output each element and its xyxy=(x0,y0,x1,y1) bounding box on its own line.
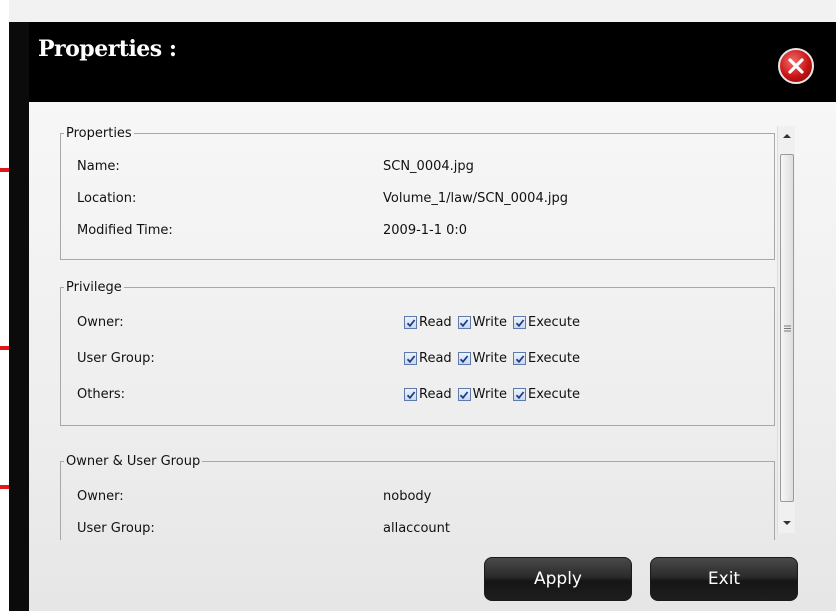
others-read-checkbox[interactable] xyxy=(404,388,417,401)
name-value: SCN_0004.jpg xyxy=(383,159,474,174)
property-row-modified-time: Modified Time: 2009-1-1 0:0 xyxy=(77,223,774,243)
exit-button[interactable]: Exit xyxy=(650,557,798,601)
others-write-label: Write xyxy=(472,387,507,402)
privilege-group-legend: Privilege xyxy=(66,280,122,295)
user-group-value: allaccount xyxy=(383,521,450,536)
scroll-down-button[interactable] xyxy=(778,513,796,533)
check-icon xyxy=(515,390,524,399)
owner-privilege-label: Owner: xyxy=(77,315,124,330)
owner-execute-label: Execute xyxy=(528,315,580,330)
window-top-edge xyxy=(9,0,836,22)
properties-dialog: Properties : Properties Name: SCN_0004.j… xyxy=(9,0,836,611)
owner-write-checkbox[interactable] xyxy=(457,316,471,329)
check-icon xyxy=(460,318,469,327)
check-icon xyxy=(406,354,415,363)
location-value: Volume_1/law/SCN_0004.jpg xyxy=(383,191,568,206)
others-execute-checkbox[interactable] xyxy=(513,388,526,401)
check-icon xyxy=(460,390,469,399)
user-group-privilege-label: User Group: xyxy=(77,351,155,366)
privilege-row-user-group: User Group: Read Write Execute xyxy=(77,351,774,371)
owner-read-checkbox[interactable] xyxy=(404,316,417,329)
owner-row: Owner: nobody xyxy=(77,489,774,509)
properties-scroll-area: Properties Name: SCN_0004.jpg Location: … xyxy=(60,126,776,540)
vertical-scrollbar[interactable] xyxy=(777,126,795,533)
dialog-title: Properties : xyxy=(38,36,177,62)
user-group-label: User Group: xyxy=(77,521,155,536)
property-row-location: Location: Volume_1/law/SCN_0004.jpg xyxy=(77,191,774,211)
owner-value: nobody xyxy=(383,489,432,504)
owner-permissions: Read Write Execute xyxy=(404,315,586,330)
others-permissions: Read Write Execute xyxy=(404,387,586,402)
arrow-down-icon xyxy=(783,521,791,525)
owner-user-group-group: Owner & User Group Owner: nobody User Gr… xyxy=(60,454,775,540)
owner-execute-checkbox[interactable] xyxy=(513,316,526,329)
privilege-group: Privilege Owner: Read Write Execute User… xyxy=(60,280,775,426)
user-group-execute-checkbox[interactable] xyxy=(513,352,526,365)
user-group-read-label: Read xyxy=(419,351,452,366)
scrollbar-thumb[interactable] xyxy=(780,154,794,502)
user-group-read-checkbox[interactable] xyxy=(404,352,417,365)
others-execute-label: Execute xyxy=(528,387,580,402)
user-group-execute-label: Execute xyxy=(528,351,580,366)
others-read-label: Read xyxy=(419,387,452,402)
others-privilege-label: Others: xyxy=(77,387,126,402)
owner-label: Owner: xyxy=(77,489,124,504)
dialog-body: Properties Name: SCN_0004.jpg Location: … xyxy=(29,102,836,611)
user-group-permissions: Read Write Execute xyxy=(404,351,586,366)
arrow-up-icon xyxy=(783,134,791,138)
user-group-row: User Group: allaccount xyxy=(77,521,774,540)
check-icon xyxy=(406,318,415,327)
grip-icon xyxy=(783,325,791,331)
apply-button[interactable]: Apply xyxy=(484,557,632,601)
dialog-title-bar xyxy=(29,22,836,102)
privilege-row-others: Others: Read Write Execute xyxy=(77,387,774,407)
property-row-name: Name: SCN_0004.jpg xyxy=(77,159,774,179)
close-icon xyxy=(788,58,804,74)
owner-read-label: Read xyxy=(419,315,452,330)
owner-user-group-legend: Owner & User Group xyxy=(66,454,201,469)
modified-time-label: Modified Time: xyxy=(77,223,173,238)
user-group-write-label: Write xyxy=(472,351,507,366)
close-button[interactable] xyxy=(778,48,814,84)
check-icon xyxy=(406,390,415,399)
name-label: Name: xyxy=(77,159,120,174)
check-icon xyxy=(515,318,524,327)
scroll-up-button[interactable] xyxy=(778,126,796,146)
properties-group: Properties Name: SCN_0004.jpg Location: … xyxy=(60,126,775,260)
others-write-checkbox[interactable] xyxy=(457,388,471,401)
privilege-row-owner: Owner: Read Write Execute xyxy=(77,315,774,335)
owner-write-label: Write xyxy=(472,315,507,330)
modified-time-value: 2009-1-1 0:0 xyxy=(383,223,468,238)
user-group-write-checkbox[interactable] xyxy=(457,352,471,365)
check-icon xyxy=(515,354,524,363)
location-label: Location: xyxy=(77,191,137,206)
properties-group-legend: Properties xyxy=(66,126,132,141)
check-icon xyxy=(460,354,469,363)
